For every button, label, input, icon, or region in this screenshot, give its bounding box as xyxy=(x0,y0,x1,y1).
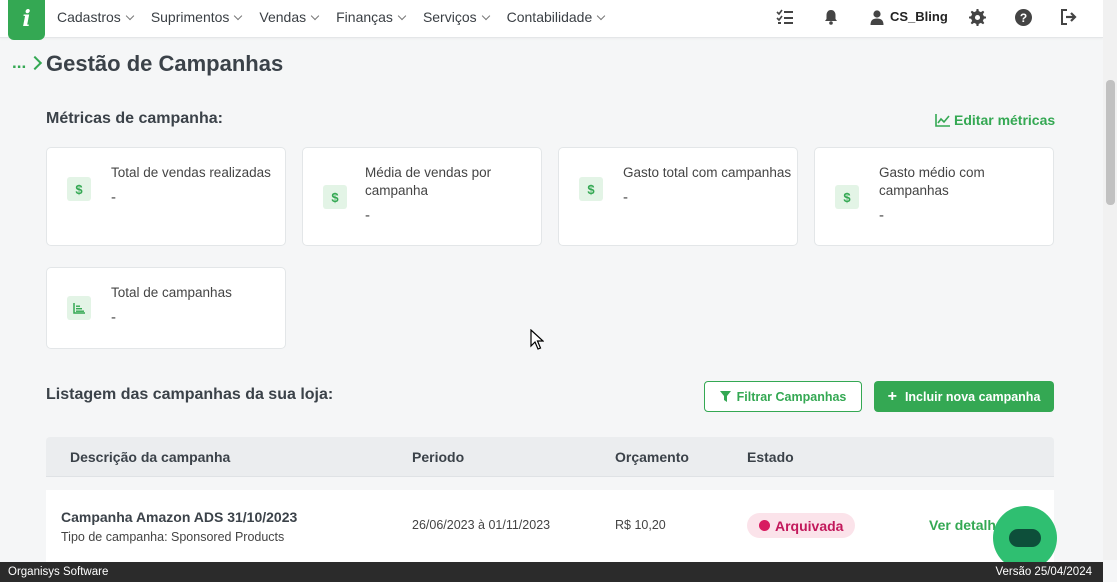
metric-card-total-spend: $ Gasto total com campanhas - xyxy=(558,147,798,246)
metric-value: - xyxy=(623,189,628,206)
campaign-budget: R$ 10,20 xyxy=(615,518,666,532)
metric-value: - xyxy=(111,189,116,206)
user-icon[interactable] xyxy=(868,8,886,26)
app-logo[interactable]: i xyxy=(8,0,45,40)
chat-button[interactable] xyxy=(993,506,1057,570)
metric-label: Gasto total com campanhas xyxy=(623,165,792,180)
add-campaign-button[interactable]: + Incluir nova campanha xyxy=(874,381,1054,412)
user-name[interactable]: CS_Bling xyxy=(890,9,948,24)
metric-label: Total de vendas realizadas xyxy=(111,165,271,180)
table-row[interactable]: Campanha Amazon ADS 31/10/2023 Tipo de c… xyxy=(46,490,1054,562)
metric-card-total-sales: $ Total de vendas realizadas - xyxy=(46,147,286,246)
metric-card-avg-sales: $ Média de vendas por campanha - xyxy=(302,147,542,246)
menu-financas[interactable]: Finanças xyxy=(336,9,407,25)
chevron-down-icon xyxy=(310,11,320,20)
footer-version: Versão 25/04/2024 xyxy=(995,566,1092,578)
table-header: Descrição da campanha Periodo Orçamento … xyxy=(46,437,1054,477)
menu-vendas[interactable]: Vendas xyxy=(259,9,320,25)
metric-card-total-campaigns: Total de campanhas - xyxy=(46,267,286,349)
main-menu: Cadastros Suprimentos Vendas Finanças Se… xyxy=(57,0,622,34)
page-title: Gestão de Campanhas xyxy=(46,51,284,76)
metric-value: - xyxy=(365,207,370,224)
top-navbar: i Cadastros Suprimentos Vendas Finanças … xyxy=(0,0,1103,40)
bar-chart-icon xyxy=(67,296,91,320)
chat-icon xyxy=(1009,529,1041,547)
chevron-down-icon xyxy=(481,11,490,20)
chevron-down-icon xyxy=(125,11,135,20)
scroll-thumb[interactable] xyxy=(1106,80,1115,205)
campaign-type: Tipo de campanha: Sponsored Products xyxy=(61,530,285,544)
menu-contabilidade[interactable]: Contabilidade xyxy=(507,9,606,25)
footer-company: Organisys Software xyxy=(8,566,109,578)
status-dot xyxy=(759,520,770,531)
dollar-icon: $ xyxy=(67,177,91,201)
metric-value: - xyxy=(879,207,884,224)
bell-icon[interactable] xyxy=(822,8,840,26)
breadcrumb[interactable]: ... xyxy=(12,53,43,73)
help-icon[interactable]: ? xyxy=(1014,8,1032,26)
dollar-icon: $ xyxy=(323,185,347,209)
metric-value: - xyxy=(111,309,116,326)
edit-metrics-link[interactable]: Editar métricas xyxy=(935,112,1055,128)
line-chart-icon xyxy=(935,113,950,127)
page-scrollbar[interactable] xyxy=(1103,0,1117,560)
column-header-period: Periodo xyxy=(412,449,465,465)
dollar-icon: $ xyxy=(835,185,859,209)
menu-cadastros[interactable]: Cadastros xyxy=(57,9,135,25)
dollar-icon: $ xyxy=(579,177,603,201)
chevron-down-icon xyxy=(597,11,606,20)
column-header-status: Estado xyxy=(747,449,794,465)
metrics-section-title: Métricas de campanha: xyxy=(46,110,223,127)
filter-campaigns-button[interactable]: Filtrar Campanhas xyxy=(704,381,862,412)
menu-servicos[interactable]: Serviços xyxy=(423,9,490,25)
metric-label: Média de vendas por campanha xyxy=(365,165,492,198)
chevron-right-icon xyxy=(28,55,43,71)
campaign-name: Campanha Amazon ADS 31/10/2023 xyxy=(61,509,298,525)
listing-section-title: Listagem das campanhas da sua loja: xyxy=(46,386,334,403)
chevron-down-icon xyxy=(397,11,407,20)
checklist-icon[interactable] xyxy=(776,8,794,26)
svg-text:?: ? xyxy=(1019,11,1026,25)
status-badge: Arquivada xyxy=(747,513,855,538)
filter-icon xyxy=(719,391,731,402)
chevron-down-icon xyxy=(234,11,243,20)
mouse-cursor-icon xyxy=(530,329,544,350)
logout-icon[interactable] xyxy=(1060,8,1078,26)
footer: Organisys Software Versão 25/04/2024 xyxy=(0,562,1103,582)
column-header-description: Descrição da campanha xyxy=(70,449,231,465)
gear-icon[interactable] xyxy=(968,8,986,26)
menu-suprimentos[interactable]: Suprimentos xyxy=(151,9,243,25)
metric-label: Gasto médio com campanhas xyxy=(879,165,985,198)
plus-icon: + xyxy=(887,387,897,405)
view-details-link[interactable]: Ver detalh xyxy=(929,517,996,533)
campaign-period: 26/06/2023 à 01/11/2023 xyxy=(412,518,551,532)
metric-card-avg-spend: $ Gasto médio com campanhas - xyxy=(814,147,1054,246)
column-header-budget: Orçamento xyxy=(615,449,689,465)
metric-label: Total de campanhas xyxy=(111,285,232,300)
